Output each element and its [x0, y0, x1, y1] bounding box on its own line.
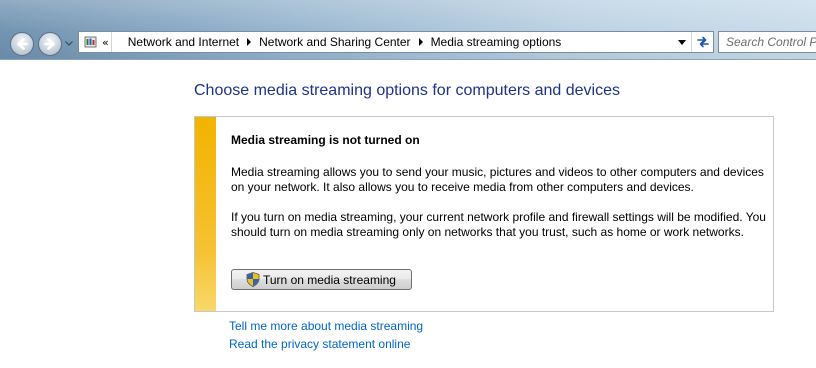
back-arrow-icon: [17, 38, 28, 50]
uac-shield-icon: [246, 272, 260, 287]
breadcrumb-arrow-icon[interactable]: [242, 32, 256, 52]
breadcrumb-overflow-chevron[interactable]: «: [102, 36, 109, 49]
search-input[interactable]: Search Control Panel: [718, 31, 816, 53]
chevron-down-icon: [65, 40, 73, 46]
forward-arrow-icon: [44, 38, 55, 50]
dropdown-arrow-icon: [678, 39, 686, 45]
tell-me-more-link[interactable]: Tell me more about media streaming: [229, 319, 423, 333]
turn-on-media-streaming-button[interactable]: Turn on media streaming: [231, 269, 412, 290]
forward-button[interactable]: [38, 32, 62, 56]
notice-heading: Media streaming is not turned on: [231, 133, 420, 147]
breadcrumb-arrow-icon[interactable]: [414, 32, 428, 52]
notice-warning: If you turn on media streaming, your cur…: [231, 210, 766, 239]
refresh-button[interactable]: [691, 32, 713, 52]
privacy-statement-link[interactable]: Read the privacy statement online: [229, 337, 410, 351]
navigation-bar: « Network and Internet Network and Shari…: [0, 0, 816, 60]
recent-pages-dropdown[interactable]: [64, 38, 74, 48]
page-title: Choose media streaming options for compu…: [194, 82, 620, 99]
breadcrumb-network-and-internet[interactable]: Network and Internet: [125, 32, 242, 52]
breadcrumb-separator: [110, 32, 125, 52]
address-history-dropdown[interactable]: [673, 32, 691, 52]
media-streaming-notice: Media streaming is not turned on Media s…: [194, 116, 774, 312]
turn-on-media-streaming-label: Turn on media streaming: [263, 272, 396, 287]
notice-description: Media streaming allows you to send your …: [231, 165, 764, 194]
content-pane: Choose media streaming options for compu…: [0, 60, 816, 368]
notice-accent-stripe: [195, 117, 216, 311]
breadcrumb-network-and-sharing-center[interactable]: Network and Sharing Center: [256, 32, 413, 52]
address-bar[interactable]: « Network and Internet Network and Shari…: [78, 31, 714, 53]
control-panel-icon: [81, 32, 101, 52]
breadcrumb-media-streaming-options[interactable]: Media streaming options: [428, 32, 565, 52]
back-button[interactable]: [10, 32, 34, 56]
refresh-icon: [696, 36, 709, 48]
